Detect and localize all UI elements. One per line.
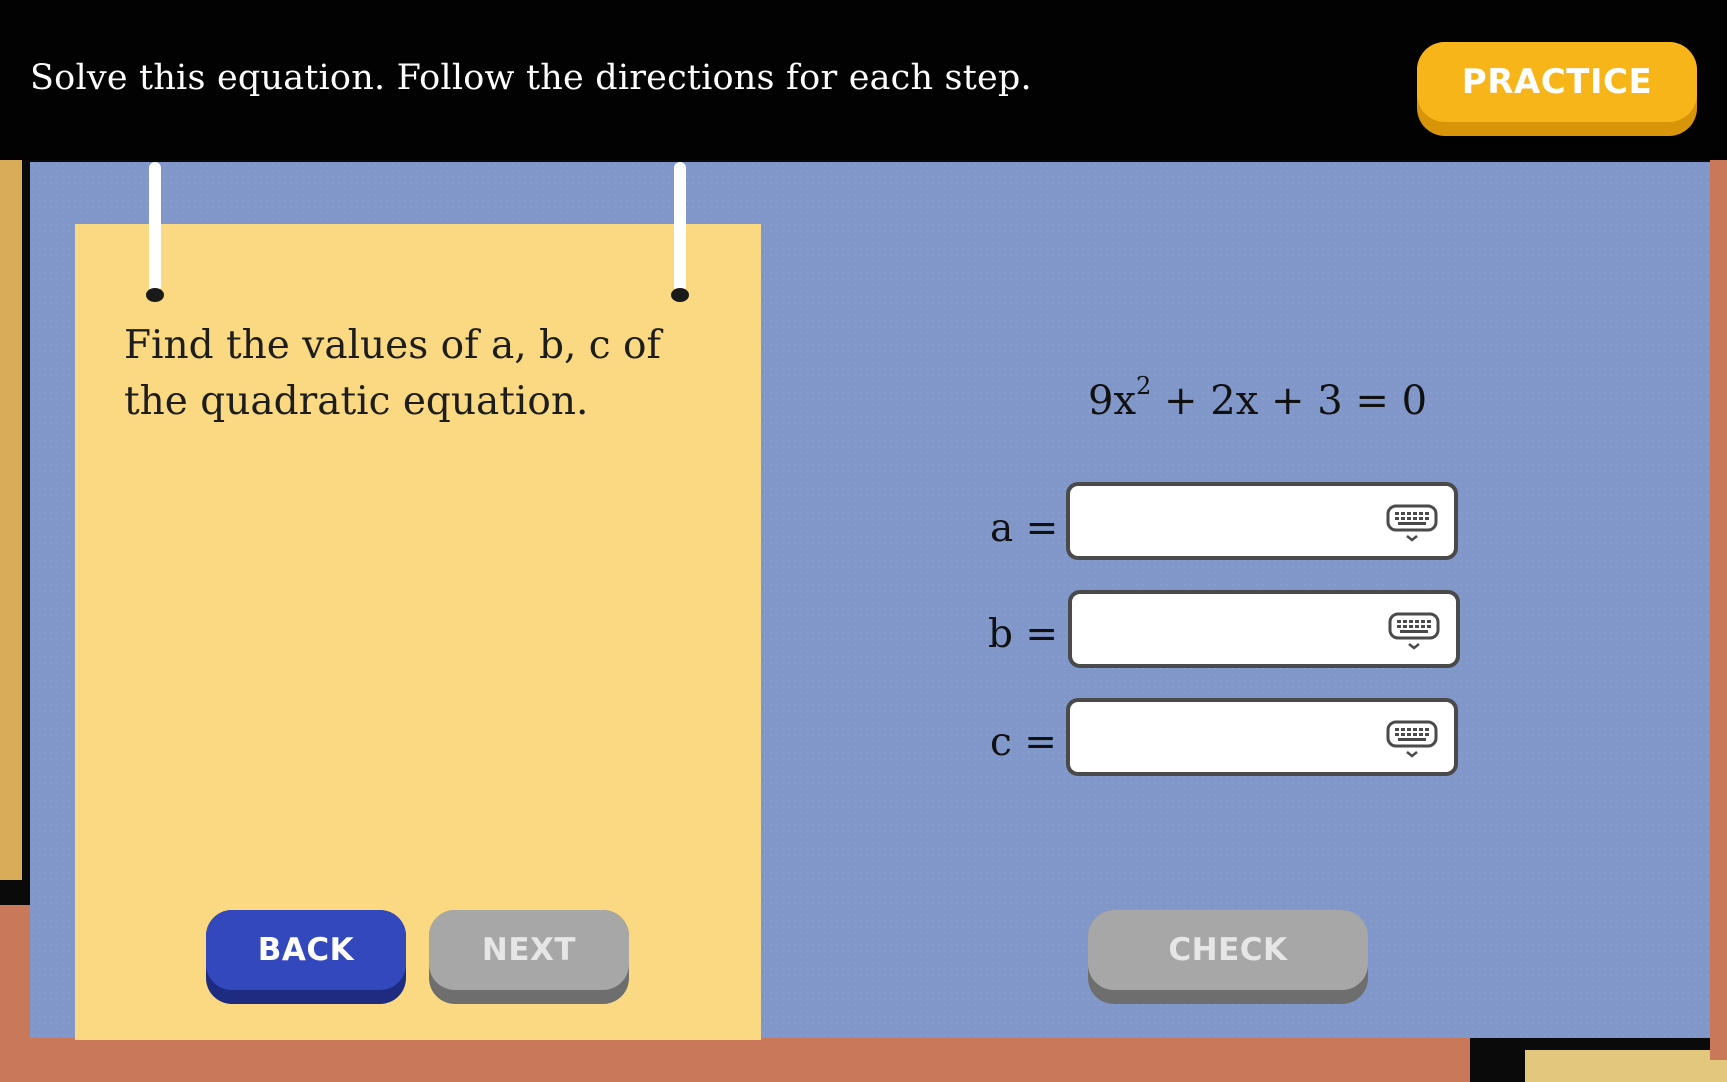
field-label-c: c = (990, 720, 1057, 765)
practice-button[interactable]: PRACTICE (1417, 42, 1697, 136)
back-button-label: BACK (206, 910, 406, 990)
coefficient-c-field[interactable] (1066, 698, 1458, 776)
background-paper-left (0, 160, 22, 880)
field-label-a: a = (990, 506, 1059, 551)
next-button-label: NEXT (429, 910, 629, 990)
equation-term-x-squared: 9x (1088, 378, 1137, 424)
quadratic-equation: 9x2 + 2x + 3 = 0 (1088, 374, 1428, 424)
top-bar: Solve this equation. Follow the directio… (0, 0, 1727, 160)
coefficient-b-input[interactable] (1082, 602, 1386, 658)
string-knot-left (146, 288, 164, 302)
keyboard-icon[interactable] (1388, 612, 1440, 652)
check-button-label: CHECK (1088, 910, 1368, 990)
next-button[interactable]: NEXT (429, 910, 629, 1004)
field-label-b: b = (988, 612, 1059, 657)
keyboard-icon[interactable] (1386, 504, 1438, 544)
instruction-text: Solve this equation. Follow the directio… (30, 58, 1032, 98)
back-button[interactable]: BACK (206, 910, 406, 1004)
string-knot-right (671, 288, 689, 302)
background-paper-right (1710, 160, 1727, 1060)
coefficient-c-input[interactable] (1080, 710, 1384, 766)
app-stage: Solve this equation. Follow the directio… (0, 0, 1727, 1082)
practice-button-label: PRACTICE (1417, 42, 1697, 122)
keyboard-icon[interactable] (1386, 720, 1438, 760)
background-paper-bottom-right (1525, 1050, 1727, 1082)
coefficient-b-field[interactable] (1068, 590, 1460, 668)
equation-exponent: 2 (1136, 372, 1152, 400)
coefficient-a-field[interactable] (1066, 482, 1458, 560)
check-button[interactable]: CHECK (1088, 910, 1368, 1004)
step-prompt: Find the values of a, b, c of the quadra… (124, 323, 661, 424)
hanging-string-right (674, 162, 686, 292)
coefficient-a-input[interactable] (1080, 494, 1384, 550)
hanging-string-left (149, 162, 161, 292)
equation-rest: + 2x + 3 = 0 (1151, 378, 1428, 424)
